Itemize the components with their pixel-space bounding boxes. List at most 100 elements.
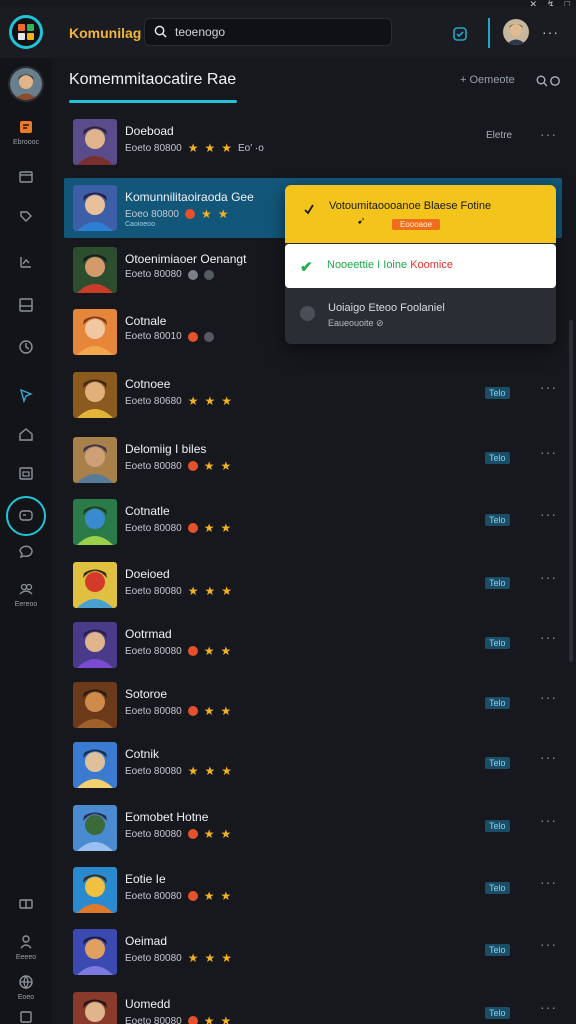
rail-item-gift[interactable] bbox=[0, 893, 52, 911]
item-title: Cotnik bbox=[125, 747, 160, 761]
status-icon bbox=[187, 269, 198, 280]
row-more-icon[interactable]: ··· bbox=[540, 444, 557, 460]
status-badge: Telo bbox=[485, 820, 510, 832]
row-more-icon[interactable]: ··· bbox=[540, 689, 557, 705]
rail-item-tag[interactable] bbox=[0, 208, 52, 226]
rail-item-calendar[interactable] bbox=[0, 464, 52, 482]
rail-avatar[interactable] bbox=[8, 66, 44, 102]
item-meta: Eoeto 80080 ★ ★ ★ bbox=[125, 764, 232, 778]
item-meta: Eoeto 80080 ★ ★ ★ bbox=[125, 584, 232, 598]
app-logo[interactable] bbox=[9, 15, 43, 49]
list-item[interactable]: Ootrmad Eoeto 80080 ★ ★ Telo ··· bbox=[64, 615, 562, 675]
row-more-icon[interactable]: ··· bbox=[540, 999, 557, 1015]
rail-item-panel[interactable] bbox=[0, 296, 52, 314]
row-more-icon[interactable]: ··· bbox=[540, 812, 557, 828]
rail-item-chat[interactable] bbox=[0, 542, 52, 560]
game-thumbnail bbox=[73, 247, 117, 293]
star-icon: ★ bbox=[220, 889, 232, 903]
row-more-icon[interactable]: ··· bbox=[540, 126, 557, 142]
popup-confirm-option[interactable]: ✔ Nooeettie I Ioine Koomice bbox=[285, 244, 556, 288]
list-item[interactable]: Sotoroe Eoeto 80080 ★ ★ Telo ··· bbox=[64, 675, 562, 735]
list-item[interactable]: Cotnatle Eoeto 80080 ★ ★ Telo ··· bbox=[64, 492, 562, 552]
rail-item-window[interactable] bbox=[0, 168, 52, 186]
row-more-icon[interactable]: ··· bbox=[540, 629, 557, 645]
shield-icon[interactable] bbox=[452, 26, 468, 42]
row-more-icon[interactable]: ··· bbox=[540, 874, 557, 890]
status-badge: Telo bbox=[485, 944, 510, 956]
game-thumbnail bbox=[73, 562, 117, 608]
tag-icon bbox=[20, 211, 32, 222]
user-avatar[interactable] bbox=[503, 19, 529, 45]
list-item[interactable]: Delomiig I biles Eoeto 80080 ★ ★ Telo ··· bbox=[64, 430, 562, 490]
rail-item-label: Eereoo bbox=[14, 601, 38, 608]
item-title: Cotnatle bbox=[125, 504, 170, 518]
page-title: Komemmitaocatire Rae bbox=[69, 71, 237, 88]
star-icon: ★ bbox=[221, 394, 233, 408]
rail-item-user[interactable]: Eeeeo bbox=[0, 933, 52, 961]
more-menu-icon[interactable]: ··· bbox=[542, 24, 559, 40]
row-more-icon[interactable]: ··· bbox=[540, 379, 557, 395]
more-icon[interactable] bbox=[549, 75, 561, 87]
star-icon: ★ bbox=[203, 889, 215, 903]
list-item[interactable]: Doeboad Eoeto 80800 ★ ★ ★ Eo' ·o Eletre ··· bbox=[64, 112, 562, 172]
item-meta-text: Eoeto 80080 bbox=[125, 952, 182, 964]
popup-secondary-option[interactable]: Uoiaigo Eteoo Foolaniel Eaueouoite ⊘ bbox=[285, 289, 556, 344]
item-meta-text: Eoeto 80080 bbox=[125, 645, 182, 657]
rail-item-settings[interactable] bbox=[0, 1008, 52, 1024]
calendar-icon bbox=[19, 467, 33, 480]
list-item[interactable]: Uomedd Eoeto 80080 ★ ★ Telo ··· bbox=[64, 985, 562, 1024]
star-icon: ★ bbox=[200, 207, 212, 221]
item-meta-text: Eoeto 80080 bbox=[125, 460, 182, 472]
people-icon bbox=[19, 583, 33, 595]
item-meta: Eoeto 80080 bbox=[125, 269, 214, 280]
rail-item-library[interactable]: Ebroooc bbox=[0, 118, 52, 146]
add-button[interactable]: + Oemeote bbox=[460, 74, 515, 86]
rail-item-clock[interactable] bbox=[0, 338, 52, 356]
popup-primary-option[interactable]: Votoumitaoooanoe Blaese Fotine ➹ Eoooaoe bbox=[285, 185, 556, 243]
star-icon: ★ bbox=[203, 1014, 215, 1024]
item-meta: Eoeto 80080 ★ ★ bbox=[125, 704, 231, 718]
rail-item-chart[interactable] bbox=[0, 253, 52, 271]
list-item[interactable]: Eotie Ie Eoeto 80080 ★ ★ Telo ··· bbox=[64, 860, 562, 920]
rail-item-people[interactable]: Eereoo bbox=[0, 580, 52, 608]
rail-item-globe[interactable]: Eoeo bbox=[0, 973, 52, 1001]
item-title: Doeioed bbox=[125, 567, 170, 581]
star-icon: ★ bbox=[220, 644, 232, 658]
game-thumbnail bbox=[73, 992, 117, 1024]
star-icon: ★ bbox=[221, 584, 233, 598]
status-icon bbox=[187, 829, 198, 839]
status-icon bbox=[184, 209, 195, 219]
status-badge: Telo bbox=[485, 697, 510, 709]
rail-item-controller[interactable] bbox=[0, 506, 52, 524]
row-more-icon[interactable]: ··· bbox=[540, 936, 557, 952]
cursor-icon bbox=[19, 388, 33, 404]
star-icon: ★ bbox=[221, 951, 233, 965]
status-badge: Telo bbox=[485, 387, 510, 399]
list-item[interactable]: Oeimad Eoeto 80080 ★ ★ ★ Telo ··· bbox=[64, 922, 562, 982]
cursor-icon: ➹ bbox=[357, 216, 366, 227]
star-icon: ★ bbox=[220, 704, 232, 718]
star-icon: ★ bbox=[217, 207, 229, 221]
search-icon[interactable] bbox=[536, 75, 548, 87]
row-more-icon[interactable]: ··· bbox=[540, 569, 557, 585]
item-title: Cotnale bbox=[125, 314, 167, 328]
star-icon: ★ bbox=[203, 459, 215, 473]
star-icon: ★ bbox=[220, 521, 232, 535]
left-rail: Ebroooc Eereoo Eeeeo Eoeo bbox=[0, 58, 52, 1024]
list-item[interactable]: Cotnik Eoeto 80080 ★ ★ ★ Telo ··· bbox=[64, 735, 562, 795]
rail-item-label: Eoeo bbox=[17, 994, 35, 1001]
star-icon: ★ bbox=[203, 827, 215, 841]
list-item[interactable]: Cotnoee Eoeto 80680 ★ ★ ★ Telo ··· bbox=[64, 365, 562, 425]
rail-item-home[interactable] bbox=[0, 426, 52, 444]
search-input[interactable]: teoenogo bbox=[144, 18, 392, 46]
rail-item-cursor[interactable] bbox=[0, 386, 52, 404]
row-more-icon[interactable]: ··· bbox=[540, 506, 557, 522]
settings-icon bbox=[20, 1011, 32, 1023]
row-more-icon[interactable]: ··· bbox=[540, 749, 557, 765]
list-item[interactable]: Eomobet Hotne Eoeto 80080 ★ ★ Telo ··· bbox=[64, 798, 562, 858]
list-item[interactable]: Doeioed Eoeto 80080 ★ ★ ★ Telo ··· bbox=[64, 555, 562, 615]
game-thumbnail bbox=[73, 622, 117, 668]
logo-tile bbox=[18, 33, 25, 40]
list-scrollbar[interactable] bbox=[569, 320, 573, 662]
popup-primary-tag[interactable]: Eoooaoe bbox=[392, 219, 441, 230]
